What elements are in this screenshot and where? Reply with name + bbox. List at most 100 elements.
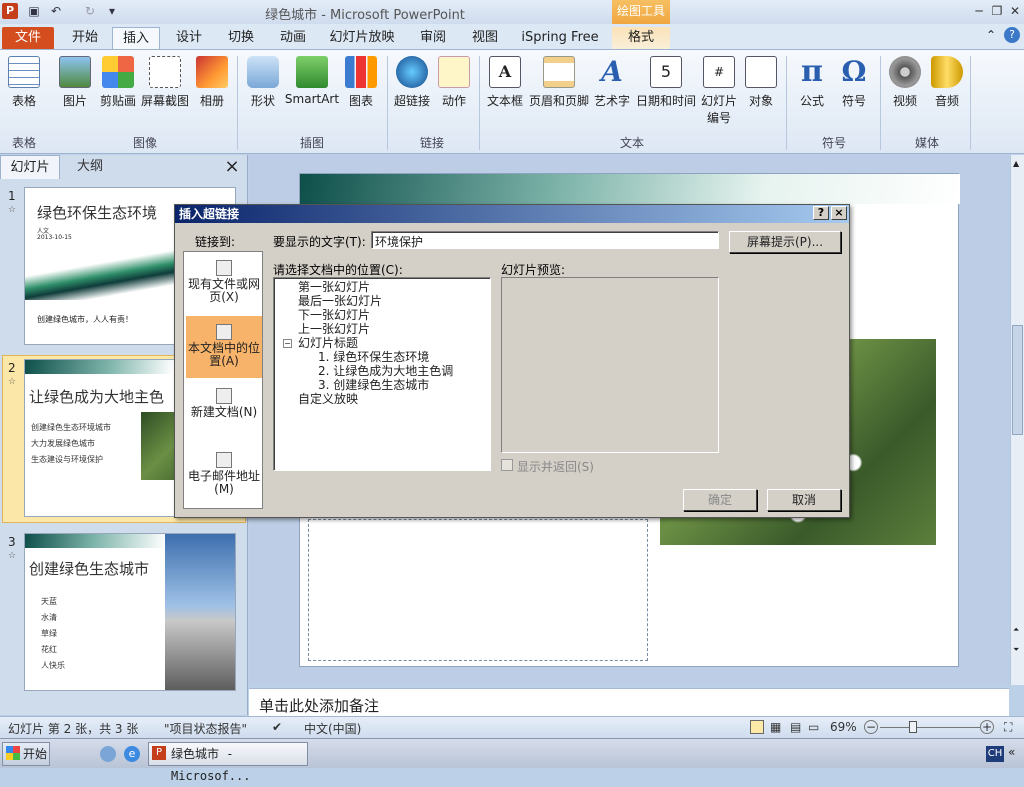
picture-button-label: 图片 — [62, 94, 87, 108]
tab-insert[interactable]: 插入 — [112, 27, 160, 49]
slide-number-button[interactable]: # 幻灯片 编号 — [698, 56, 740, 142]
new-document-icon — [216, 388, 232, 404]
group-label-text: 文本 — [619, 136, 644, 150]
taskbar-expand-icon[interactable]: « — [1008, 745, 1015, 759]
link-option-existing-file[interactable]: 现有文件或网页(X) — [186, 252, 262, 314]
help-icon[interactable]: ? — [1004, 27, 1020, 43]
tab-design[interactable]: 设计 — [166, 27, 212, 49]
tree-item[interactable]: 自定义放映 — [298, 392, 358, 406]
object-button[interactable]: 对象 — [742, 56, 780, 142]
cancel-button[interactable]: 取消 — [767, 489, 841, 511]
normal-view-icon[interactable] — [750, 720, 764, 734]
tab-ispring[interactable]: iSpring Free — [516, 27, 604, 49]
audio-button[interactable]: 音频 — [926, 56, 968, 142]
collapse-ribbon-icon[interactable]: ⌃ — [986, 28, 996, 42]
quick-launch-icon[interactable] — [100, 746, 116, 762]
date-time-button[interactable]: 5 日期和时间 — [634, 56, 698, 142]
slideshow-view-icon[interactable]: ▭ — [808, 720, 819, 734]
display-text-input[interactable]: 环境保护 — [371, 231, 719, 249]
tab-slides[interactable]: 幻灯片 — [0, 155, 60, 179]
tree-item[interactable]: 3. 创建绿色生态城市 — [318, 378, 429, 392]
slide-sorter-icon[interactable]: ▦ — [770, 720, 781, 734]
tab-transitions[interactable]: 切换 — [218, 27, 264, 49]
wordart-button[interactable]: A 艺术字 — [592, 56, 632, 142]
fit-window-icon[interactable]: ⛶ — [1004, 720, 1012, 735]
tree-item[interactable]: 最后一张幻灯片 — [298, 294, 382, 308]
zoom-slider-thumb[interactable] — [908, 721, 917, 733]
smartart-button[interactable]: SmartArt — [284, 56, 340, 142]
picture-icon — [59, 56, 91, 88]
link-option-email[interactable]: 电子邮件地址(M) — [186, 444, 262, 506]
tree-item[interactable]: 2. 让绿色成为大地主色调 — [318, 364, 453, 378]
tree-item[interactable]: 幻灯片标题 — [298, 336, 358, 350]
table-button[interactable]: 表格 — [4, 56, 44, 142]
vertical-scrollbar[interactable]: ▲ ⏶ ⏷ — [1010, 155, 1024, 685]
text-placeholder[interactable] — [308, 519, 648, 661]
tree-item[interactable]: 第一张幻灯片 — [298, 280, 370, 294]
start-button[interactable]: 开始 — [2, 742, 50, 766]
tree-item[interactable]: 下一张幻灯片 — [298, 308, 370, 322]
dialog-help-button[interactable]: ? — [813, 206, 829, 220]
scroll-up-icon[interactable]: ▲ — [1013, 159, 1019, 168]
next-slide-icon[interactable]: ⏷ — [1013, 645, 1019, 655]
minimize-icon[interactable]: ─ — [970, 3, 988, 19]
tree-item[interactable]: 1. 绿色环保生态环境 — [318, 350, 429, 364]
screenshot-button[interactable]: 屏幕截图 — [138, 56, 192, 142]
zoom-slider[interactable] — [880, 727, 980, 728]
ok-button[interactable]: 确定 — [683, 489, 757, 511]
zoom-in-icon[interactable]: + — [980, 720, 994, 734]
shapes-button[interactable]: 形状 — [244, 56, 282, 142]
photo-album-button[interactable]: 相册 — [194, 56, 230, 142]
reading-view-icon[interactable]: ▤ — [790, 720, 801, 734]
dialog-close-button[interactable]: × — [831, 206, 847, 220]
tab-outline[interactable]: 大纲 — [60, 155, 120, 179]
internet-explorer-icon[interactable]: e — [124, 746, 140, 762]
table-button-label: 表格 — [11, 94, 36, 108]
tab-format[interactable]: 格式 — [612, 27, 670, 49]
clipart-button[interactable]: 剪贴画 — [96, 56, 140, 142]
tab-file[interactable]: 文件 — [2, 27, 54, 49]
restore-icon[interactable]: ❐ — [988, 3, 1006, 19]
title-bar: P ▣ ↶ ↻ ▾ 绿色城市 - Microsoft PowerPoint 绘图… — [0, 0, 1024, 24]
tab-view[interactable]: 视图 — [462, 27, 508, 49]
zoom-level[interactable]: 69% — [830, 720, 857, 734]
spell-check-icon[interactable]: ✔ — [272, 720, 282, 734]
tab-slideshow[interactable]: 幻灯片放映 — [322, 27, 402, 49]
tab-animations[interactable]: 动画 — [270, 27, 316, 49]
taskbar-powerpoint-button[interactable]: P 绿色城市 - Microsof... — [148, 742, 308, 783]
scrollbar-thumb[interactable] — [1012, 325, 1023, 435]
slide-thumbnail-3[interactable]: 创建绿色生态城市 天蓝 水清 草绿 花红 人快乐 — [24, 533, 236, 691]
zoom-out-icon[interactable]: − — [864, 720, 878, 734]
group-label-illustrations: 插图 — [299, 136, 324, 150]
tree-item[interactable]: 上一张幻灯片 — [298, 322, 370, 336]
symbol-button[interactable]: Ω 符号 — [834, 56, 874, 142]
header-footer-button[interactable]: 页眉和页脚 — [526, 56, 592, 142]
document-place-tree[interactable]: 第一张幻灯片 最后一张幻灯片 下一张幻灯片 上一张幻灯片 − 幻灯片标题 1. … — [273, 277, 491, 471]
chart-button[interactable]: 图表 — [342, 56, 380, 142]
prev-slide-icon[interactable]: ⏶ — [1013, 625, 1019, 635]
notes-pane[interactable]: 单击此处添加备注 — [249, 688, 1009, 716]
screentip-button[interactable]: 屏幕提示(P)... — [729, 231, 841, 253]
object-icon — [745, 56, 777, 88]
link-option-place-in-document[interactable]: 本文档中的位置(A) — [186, 316, 262, 378]
textbox-button[interactable]: A 文本框 — [484, 56, 526, 142]
show-return-checkbox[interactable] — [501, 459, 513, 471]
hyperlink-button[interactable]: 超链接 — [392, 56, 432, 142]
video-button[interactable]: 视频 — [884, 56, 926, 142]
close-icon[interactable]: ✕ — [1006, 3, 1024, 19]
close-panel-icon[interactable]: × — [222, 157, 242, 177]
picture-button[interactable]: 图片 — [56, 56, 94, 142]
tree-collapse-icon[interactable]: − — [283, 339, 292, 348]
tab-review[interactable]: 审阅 — [410, 27, 456, 49]
theme-name[interactable]: "项目状态报告" — [164, 720, 247, 737]
tab-home[interactable]: 开始 — [62, 27, 108, 49]
thumb-bullet: 花红 — [41, 645, 57, 654]
link-option-new-document[interactable]: 新建文档(N) — [186, 380, 262, 442]
action-button[interactable]: 动作 — [436, 56, 472, 142]
speaker-icon — [931, 56, 963, 88]
shapes-icon — [247, 56, 279, 88]
equation-button[interactable]: π 公式 — [792, 56, 832, 142]
language-status[interactable]: 中文(中国) — [304, 720, 361, 737]
globe-link-icon — [396, 56, 428, 88]
ime-indicator[interactable]: CH — [986, 746, 1004, 762]
